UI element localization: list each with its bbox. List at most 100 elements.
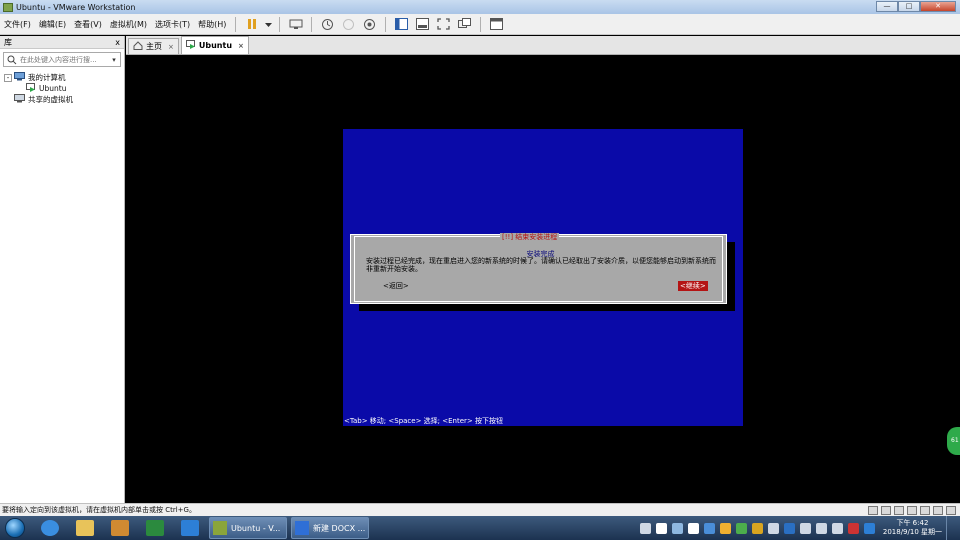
tray-app-icon[interactable] [751,522,763,534]
ie-icon [41,520,59,536]
tree-label-shared: 共享的虚拟机 [28,95,73,104]
message-icon[interactable] [946,505,956,515]
windows-logo-icon [5,518,25,538]
usb-icon[interactable] [907,505,917,515]
device-icons [865,505,960,515]
library-view-icon[interactable] [393,17,410,32]
network-adapter-icon[interactable] [894,505,904,515]
task-docx[interactable]: 新建 DOCX ... [291,517,369,539]
library-search-input[interactable] [20,55,100,64]
tab-home-close[interactable]: × [168,43,174,51]
menu-view[interactable]: 查看(V) [70,14,106,35]
tab-home-label: 主页 [146,42,162,51]
tray-app-icon[interactable] [655,522,667,534]
pinned-ie[interactable] [35,517,65,539]
task-vmware-label: Ubuntu - V... [231,523,281,533]
vm-running-icon [26,83,36,94]
continue-button[interactable]: <继续> [678,281,708,291]
tab-ubuntu[interactable]: Ubuntu × [180,36,249,54]
library-title: 库 [4,37,12,47]
tray-app-icon[interactable] [671,522,683,534]
toolbar-separator [480,16,482,32]
wps-writer-icon [295,521,309,535]
toolbar-separator [279,16,281,32]
app-icon [111,520,129,536]
fullscreen-icon[interactable] [435,17,452,32]
dialog-body: 安装过程已经完成，现在重启进入您的新系统的时候了。请确认已经取出了安装介质，以便… [366,257,716,273]
snapshot-manager-icon[interactable] [361,17,378,32]
toolbar-separator [385,16,387,32]
tray-app-icon[interactable] [687,522,699,534]
close-button[interactable]: ✕ [920,1,956,12]
computer-icon [14,72,25,83]
tray-app-icon[interactable] [719,522,731,534]
thumbnail-icon[interactable] [488,17,505,32]
volume-icon[interactable] [815,522,827,534]
tab-ubuntu-close[interactable]: × [238,42,244,50]
pause-icon[interactable] [243,17,260,32]
pinned-explorer[interactable] [70,517,100,539]
keyboard-hint: <Tab> 移动; <Space> 选择; <Enter> 按下按钮 [344,417,504,425]
back-button[interactable]: <返回> [383,281,409,291]
library-search[interactable]: ▾ [3,52,121,67]
toolbar-separator [235,16,237,32]
pinned-feishu[interactable] [175,517,205,539]
tray-app-icon[interactable] [703,522,715,534]
tree-ubuntu[interactable]: Ubuntu [4,83,120,94]
taskbar: Ubuntu - V... 新建 DOCX ... 下午 6:42 2018/9… [0,516,960,540]
pinned-app[interactable] [105,517,135,539]
maximize-button[interactable]: □ [898,1,920,12]
minimize-button[interactable]: — [876,1,898,12]
tab-home[interactable]: 主页 × [128,38,179,54]
menu-edit[interactable]: 编辑(E) [35,14,70,35]
hard-disk-icon[interactable] [868,505,878,515]
ime-icon[interactable] [863,522,875,534]
vmware-logo-icon [3,2,13,12]
start-button[interactable] [0,516,30,540]
toolbar-separator [311,16,313,32]
tray-app-icon[interactable] [767,522,779,534]
tray-app-icon[interactable] [735,522,747,534]
show-desktop-button[interactable] [946,516,956,540]
tree-label-ubuntu: Ubuntu [39,84,67,93]
library-close-button[interactable]: x [115,38,120,47]
keyboard-icon[interactable] [639,522,651,534]
menubar: 文件(F) 编辑(E) 查看(V) 虚拟机(M) 选项卡(T) 帮助(H) [0,14,960,35]
sound-icon[interactable] [920,505,930,515]
tree-label-my-computer: 我的计算机 [28,73,66,82]
search-dropdown-icon[interactable]: ▾ [108,56,120,64]
floating-badge[interactable]: 61 [947,427,960,455]
folder-icon [76,520,94,536]
dropdown-icon[interactable] [264,17,272,32]
menu-help[interactable]: 帮助(H) [194,14,230,35]
menu-tabs[interactable]: 选项卡(T) [151,14,194,35]
revert-snapshot-icon[interactable] [340,17,357,32]
cd-drive-icon[interactable] [881,505,891,515]
task-docx-label: 新建 DOCX ... [313,523,366,533]
display-icon[interactable] [933,505,943,515]
library-panel: 库 x ▾ - 我的计算机 Ubuntu 共享的虚拟机 [0,36,125,503]
tree-my-computer[interactable]: - 我的计算机 [4,72,120,83]
snapshot-icon[interactable] [319,17,336,32]
network-icon[interactable] [799,522,811,534]
unity-icon[interactable] [456,17,473,32]
bluetooth-icon[interactable] [783,522,795,534]
send-ctrl-alt-del-icon[interactable] [287,17,304,32]
window-titlebar: Ubuntu - VMware Workstation — □ ✕ [0,0,960,14]
task-vmware[interactable]: Ubuntu - V... [209,517,287,539]
excel-icon [146,520,164,536]
collapse-toggle[interactable]: - [4,73,12,82]
shared-vm-icon [14,94,25,105]
menu-file[interactable]: 文件(F) [0,14,35,35]
tab-strip: 主页 × Ubuntu × [126,36,960,55]
tray-app-icon[interactable] [847,522,859,534]
home-icon [133,41,143,52]
tree-shared-vms[interactable]: 共享的虚拟机 [4,94,120,105]
tab-ubuntu-label: Ubuntu [198,41,233,50]
menu-vm[interactable]: 虚拟机(M) [106,14,151,35]
console-view-icon[interactable] [414,17,431,32]
tray-app-icon[interactable] [831,522,843,534]
clock[interactable]: 下午 6:42 2018/9/10 星期一 [883,519,942,537]
pinned-excel[interactable] [140,517,170,539]
bird-icon [181,520,199,536]
